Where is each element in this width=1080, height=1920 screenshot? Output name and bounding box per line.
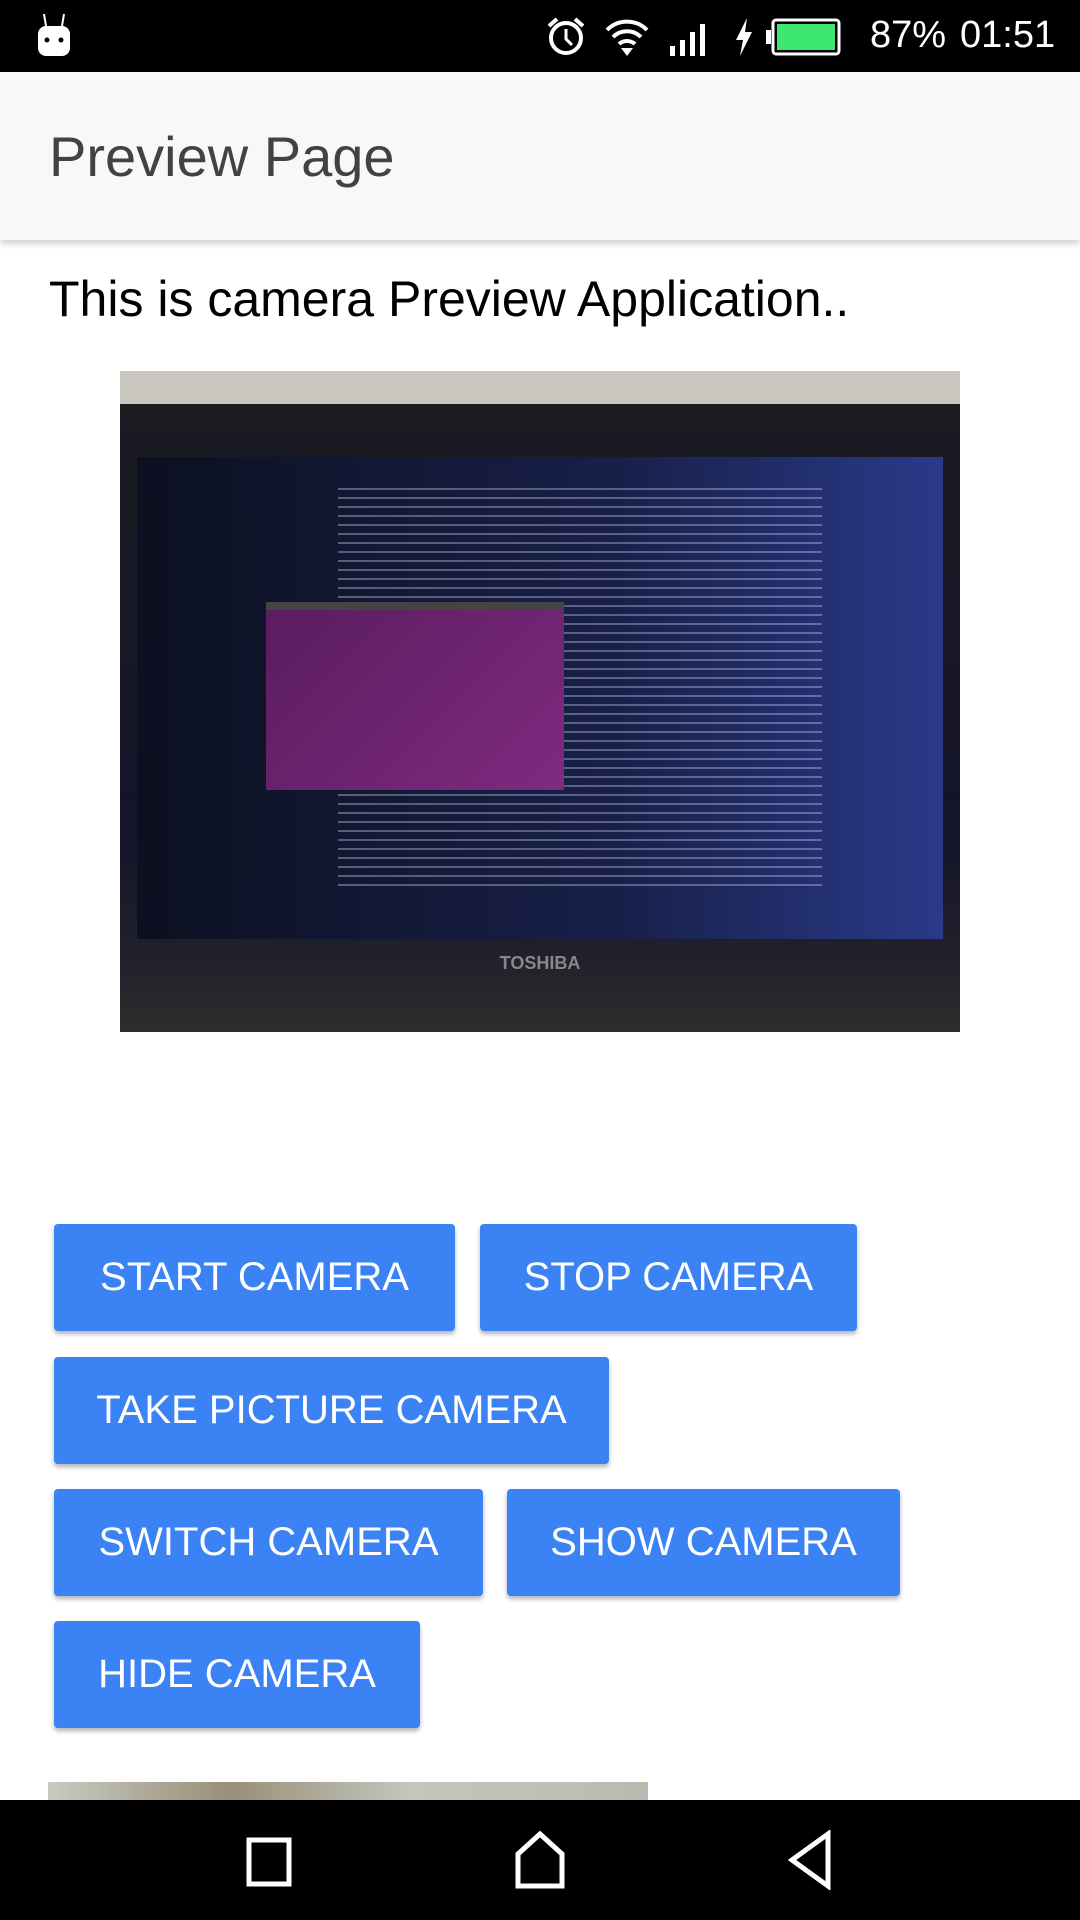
terminal-window <box>265 601 565 790</box>
android-notification-icon <box>38 14 70 56</box>
alarm-icon <box>547 17 585 55</box>
back-icon[interactable] <box>784 1830 834 1890</box>
charging-icon <box>736 18 752 56</box>
take-picture-button[interactable]: TAKE PICTURE CAMERA <box>54 1357 609 1464</box>
navigation-bar <box>0 1800 1080 1920</box>
status-bar: 87% 01:51 <box>0 0 1080 72</box>
home-icon[interactable] <box>514 1830 566 1890</box>
wifi-icon <box>605 19 649 56</box>
show-camera-button[interactable]: SHOW CAMERA <box>507 1489 900 1596</box>
battery-percent: 87% <box>870 14 947 56</box>
recents-icon[interactable] <box>245 1830 295 1890</box>
laptop-screen <box>136 456 944 940</box>
laptop-brand: TOSHIBA <box>499 952 581 973</box>
switch-camera-button[interactable]: SWITCH CAMERA <box>54 1489 483 1596</box>
app-bar: Preview Page <box>0 72 1080 240</box>
stop-camera-button[interactable]: STOP CAMERA <box>480 1224 857 1331</box>
hide-camera-button[interactable]: HIDE CAMERA <box>54 1621 420 1728</box>
signal-icon <box>670 24 705 56</box>
battery-icon <box>766 18 841 56</box>
clock: 01:51 <box>960 14 1056 56</box>
camera-preview: TOSHIBA <box>120 371 960 1032</box>
start-camera-button[interactable]: START CAMERA <box>54 1224 455 1331</box>
content-heading: This is camera Preview Application.. <box>49 271 850 327</box>
page-title: Preview Page <box>49 125 395 188</box>
